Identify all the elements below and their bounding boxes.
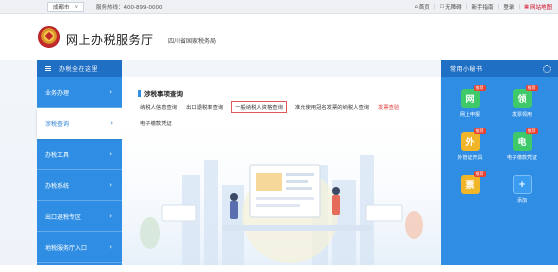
nav-item-tools[interactable]: 办税工具 ›	[37, 139, 122, 170]
site-title[interactable]: 网上办税服务厅	[66, 31, 154, 48]
top-link-sitemap[interactable]: 网站地图	[530, 3, 552, 11]
top-link-guide[interactable]: 新手指南	[472, 3, 494, 11]
recommend-badge: 推荐	[525, 85, 538, 91]
divider: |	[465, 4, 468, 10]
link-general-taxpayer-qualification[interactable]: 一般纳税人资格查询	[231, 101, 287, 113]
link-taxpayer-info[interactable]: 纳税人信息查询	[139, 102, 178, 113]
sitemap-icon: ▦	[524, 4, 529, 10]
tax-emblem-icon	[38, 26, 60, 48]
nav-heading-text: 办税全在这里	[59, 66, 99, 73]
app-invoice[interactable]: 票 推荐	[445, 171, 495, 197]
divider: |	[518, 4, 521, 10]
section-title-text: 涉税事项查询	[144, 90, 183, 98]
menu-icon	[45, 66, 51, 71]
recommend-badge: 推荐	[473, 128, 486, 134]
top-link-login[interactable]: 登录	[503, 3, 514, 11]
query-links: 纳税人信息查询 出口退税率查询 一般纳税人资格查询 准允使用冠名发票的纳税人查询…	[139, 101, 429, 128]
app-glyph: +	[518, 179, 526, 190]
recommend-badge: 推荐	[473, 171, 486, 177]
chevron-right-icon: ›	[109, 243, 112, 251]
link-export-rebate-rate[interactable]: 出口退税率查询	[185, 102, 224, 113]
chevron-right-icon: ›	[109, 181, 112, 189]
city-label: 成都市	[53, 5, 70, 11]
chevron-right-icon: ›	[109, 212, 112, 220]
app-glyph: 电	[517, 138, 527, 148]
city-illustration	[122, 105, 440, 265]
nav-item-local-tax-portal[interactable]: 地税服务厅入口 ›	[37, 232, 122, 263]
secretary-panel: 常用小秘书 网 推荐 网上申报 领 推荐 发票领用 外 推荐 外管证开具 电 推…	[441, 60, 558, 265]
link-named-invoice-taxpayers[interactable]: 准允使用冠名发票的纳税人查询	[294, 102, 370, 113]
nav-item-label: 业务办理	[45, 89, 70, 97]
app-glyph: 网	[465, 95, 475, 105]
divider: |	[497, 4, 500, 10]
secretary-heading: 常用小秘书	[441, 60, 558, 77]
app-add[interactable]: + 添加	[497, 175, 547, 204]
nav-heading: 办税全在这里	[37, 60, 122, 77]
nav-item-systems[interactable]: 办税系统 ›	[37, 170, 122, 201]
app-glyph: 外	[465, 138, 475, 148]
app-label: 添加	[516, 198, 527, 204]
link-invoice-verify[interactable]: 发票查验	[377, 102, 400, 113]
app-invoice-receive[interactable]: 领 推荐 发票领用	[497, 85, 547, 118]
nav-item-label: 出口退税专区	[45, 213, 82, 221]
invoice-receive-icon: 领 推荐	[512, 85, 538, 108]
nav-item-label: 办税工具	[45, 151, 70, 159]
nav-item-tax-query[interactable]: 涉税查询 ›	[37, 108, 123, 139]
invoice-icon: 票 推荐	[460, 171, 486, 194]
nav-item-label: 涉税查询	[45, 120, 70, 128]
top-bar: 成都市 ∨ 服务热线：400-899-0000 ⌂ 首页 | ☐ 无障碍 | 新…	[0, 0, 558, 14]
chevron-right-icon: ›	[109, 88, 112, 96]
hotline-text: 服务热线：400-899-0000	[96, 5, 163, 11]
top-link-home[interactable]: 首页	[419, 3, 430, 11]
e-payment-voucher-icon: 电 推荐	[512, 128, 538, 151]
chevron-right-icon: ›	[109, 150, 112, 158]
divider: |	[433, 4, 436, 10]
app-label: 发票领用	[511, 112, 532, 118]
site-header: 网上办税服务厅 四川省国家税务局	[0, 14, 558, 60]
nav-item-business[interactable]: 业务办理 ›	[37, 77, 122, 108]
nav-item-label: 地税服务厅入口	[45, 244, 88, 252]
section-title: 涉税事项查询	[138, 88, 183, 98]
nav-item-export-rebate[interactable]: 出口退税专区 ›	[37, 201, 122, 232]
recommend-badge: 推荐	[525, 128, 538, 134]
app-outbound-certificate[interactable]: 外 推荐 外管证开具	[445, 128, 495, 161]
section-marker	[138, 89, 141, 97]
outbound-certificate-icon: 外 推荐	[460, 128, 486, 151]
link-e-payment-voucher[interactable]: 电子缴款凭证	[139, 118, 173, 128]
plus-icon: +	[512, 175, 532, 194]
home-icon: ⌂	[414, 4, 418, 10]
gear-icon[interactable]	[543, 64, 551, 73]
recommend-badge: 推荐	[473, 85, 486, 91]
app-e-payment-voucher[interactable]: 电 推荐 电子缴款凭证	[497, 128, 547, 161]
left-nav: 办税全在这里 业务办理 › 涉税查询 › 办税工具 › 办税系统 › 出口退税专…	[37, 60, 123, 265]
app-label: 电子缴款凭证	[506, 155, 537, 161]
site-subtitle: 四川省国家税务局	[168, 38, 217, 45]
secretary-heading-text: 常用小秘书	[450, 66, 483, 73]
chevron-down-icon: ∨	[74, 4, 79, 10]
online-filing-icon: 网 推荐	[460, 85, 486, 108]
bottom-strip	[0, 265, 558, 272]
chevron-right-icon: ›	[110, 119, 113, 127]
top-link-accessibility[interactable]: 无障碍	[445, 3, 462, 11]
app-glyph: 票	[465, 181, 475, 191]
city-selector[interactable]: 成都市 ∨	[47, 2, 85, 12]
app-online-filing[interactable]: 网 推荐 网上申报	[445, 85, 495, 118]
app-label: 外管证开具	[457, 155, 483, 161]
accessibility-icon: ☐	[439, 4, 445, 10]
app-glyph: 领	[517, 95, 527, 105]
top-links: ⌂ 首页 | ☐ 无障碍 | 新手指南 | 登录 | ▦ 网站地图	[415, 3, 552, 11]
app-label: 网上申报	[459, 112, 480, 118]
nav-item-label: 办税系统	[45, 182, 70, 190]
